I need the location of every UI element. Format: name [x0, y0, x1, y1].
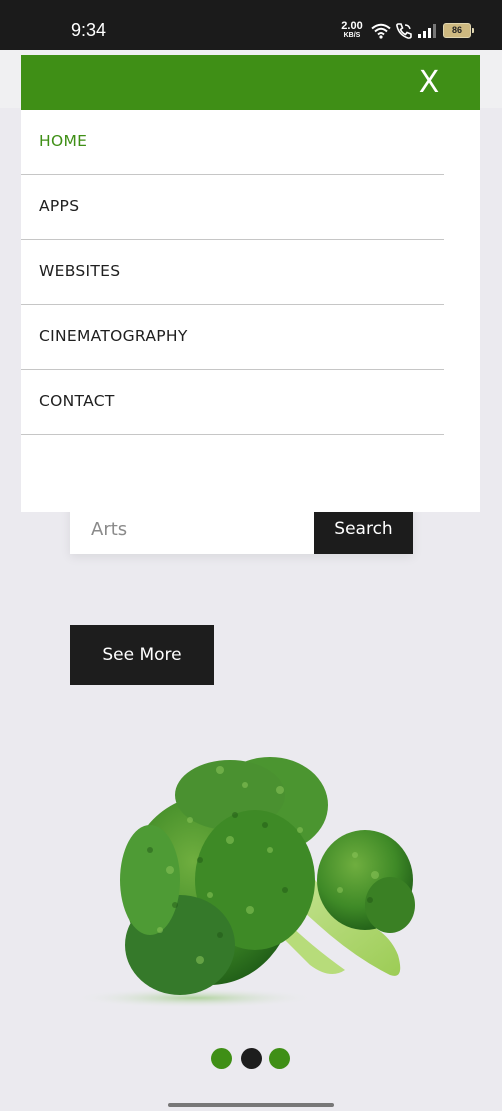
carousel-dots — [211, 1048, 293, 1070]
carousel-dot[interactable] — [241, 1048, 262, 1069]
network-speed-unit: KB/S — [343, 32, 361, 39]
menu-header: X — [21, 55, 480, 110]
network-speed-value: 2.00 — [341, 20, 363, 32]
status-time: 9:34 — [71, 20, 107, 40]
see-more-button[interactable]: See More — [70, 625, 214, 685]
status-bar: 9:34 2.00 KB/S 86 — [0, 0, 502, 50]
menu-item-websites[interactable]: WEBSITES — [21, 240, 444, 305]
signal-icon — [418, 24, 436, 38]
network-speed: 2.00 KB/S — [338, 20, 366, 40]
menu-item-home[interactable]: HOME — [21, 110, 444, 175]
close-icon[interactable]: X — [417, 66, 441, 100]
battery-icon: 86 — [443, 23, 474, 38]
menu-item-cinematography[interactable]: CINEMATOGRAPHY — [21, 305, 444, 370]
broccoli-image — [75, 757, 415, 1008]
wifi-icon — [371, 23, 391, 39]
home-indicator — [168, 1103, 334, 1107]
nav-menu-panel: X HOME APPS WEBSITES CINEMATOGRAPHY CONT… — [21, 55, 480, 512]
battery-level: 86 — [451, 25, 462, 35]
call-icon — [396, 23, 412, 39]
menu-item-apps[interactable]: APPS — [21, 175, 444, 240]
status-icons: 2.00 KB/S 86 — [322, 0, 502, 50]
menu-list: HOME APPS WEBSITES CINEMATOGRAPHY CONTAC… — [21, 110, 444, 435]
carousel-dot[interactable] — [211, 1048, 232, 1069]
carousel-dot[interactable] — [269, 1048, 290, 1069]
menu-item-contact[interactable]: CONTACT — [21, 370, 444, 435]
